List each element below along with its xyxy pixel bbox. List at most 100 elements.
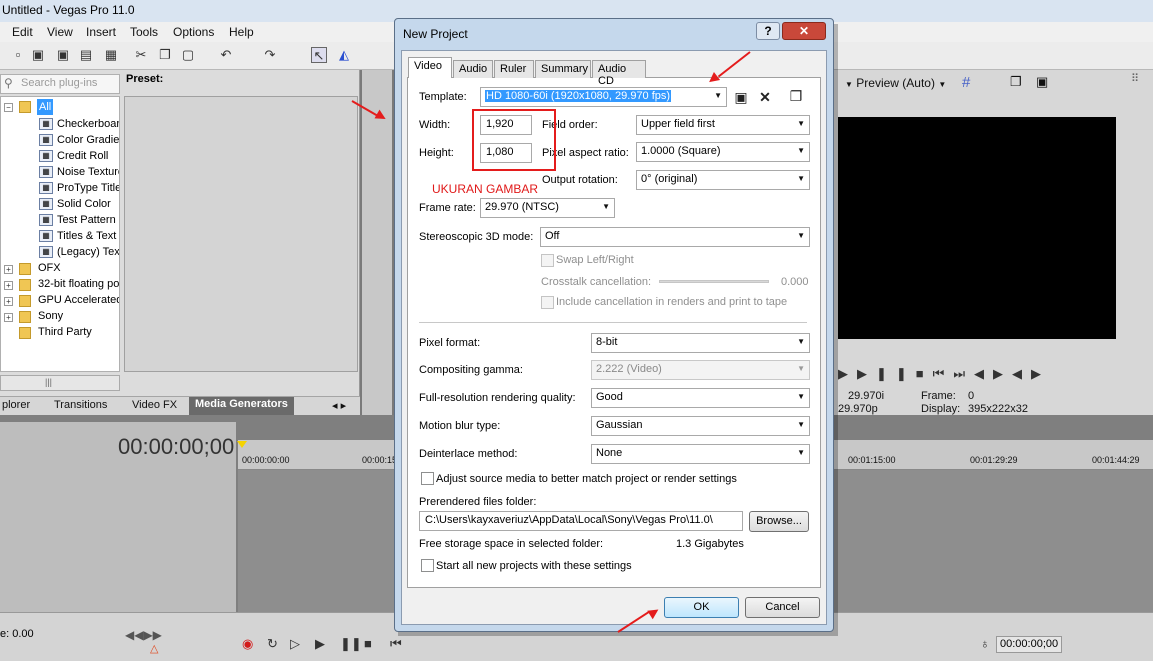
menu-options[interactable]: Options — [173, 25, 214, 39]
tree-folder-ofx[interactable]: OFX — [38, 260, 61, 276]
preset-list[interactable] — [124, 96, 358, 372]
tree-item-protype-titler[interactable]: ProType Titler — [57, 180, 119, 196]
tree-item-titles-text[interactable]: Titles & Text — [57, 228, 116, 244]
deinterlace-label: Deinterlace method: — [419, 448, 518, 460]
motion-blur-label: Motion blur type: — [419, 420, 501, 432]
redo-icon[interactable]: ↷ — [262, 47, 278, 63]
normal-edit-tool-icon[interactable]: ↖ — [311, 47, 327, 63]
preview-transport-icons[interactable]: ▶▶❚❚■⏮⏭◀▶◀▶ — [838, 366, 1050, 382]
cancel-button[interactable]: Cancel — [745, 597, 820, 618]
match-media-settings-icon[interactable]: ❐ — [787, 87, 805, 105]
pause-icon[interactable]: ❚❚ — [340, 636, 362, 652]
preview-quality-dropdown[interactable]: ▼ Preview (Auto) ▼ — [845, 76, 946, 90]
save-template-icon[interactable]: ▣ — [732, 88, 750, 106]
play-icon[interactable]: ▶ — [315, 636, 325, 652]
expand-icon[interactable]: + — [4, 281, 13, 290]
panel-splitter[interactable] — [362, 70, 392, 415]
tree-item-all[interactable]: All — [37, 99, 54, 115]
tree-item-legacy-text[interactable]: (Legacy) Text — [57, 244, 119, 260]
tree-folder-32bit[interactable]: 32-bit floating point — [38, 276, 119, 292]
menu-tools[interactable]: Tools — [130, 25, 158, 39]
compositing-gamma-dropdown[interactable]: 2.222 (Video) ▼ — [591, 360, 810, 380]
save-snapshot-icon[interactable]: ▣ — [1036, 74, 1048, 90]
bottom-timecode[interactable]: 00:00:00;00 — [996, 636, 1062, 653]
stop-icon[interactable]: ■ — [364, 636, 372, 651]
prerender-folder-field[interactable]: C:\Users\kayxaveriuz\AppData\Local\Sony\… — [419, 511, 743, 531]
browse-button[interactable]: Browse... — [749, 511, 809, 532]
ok-button[interactable]: OK — [664, 597, 739, 618]
stereo-mode-dropdown[interactable]: Off ▼ — [540, 227, 810, 247]
swap-left-right-checkbox[interactable] — [541, 254, 554, 267]
deinterlace-dropdown[interactable]: None ▼ — [591, 444, 810, 464]
render-icon[interactable]: ▤ — [78, 47, 94, 63]
menu-help[interactable]: Help — [229, 25, 254, 39]
go-to-start-icon[interactable]: ⏮ — [390, 636, 402, 652]
tree-item-color-gradient[interactable]: Color Gradient — [57, 132, 119, 148]
pixel-aspect-dropdown[interactable]: 1.0000 (Square) ▼ — [636, 142, 810, 162]
save-as-icon[interactable]: ▣ — [55, 47, 71, 63]
tab-ruler[interactable]: Ruler — [494, 60, 534, 78]
tree-item-noise-texture[interactable]: Noise Texture — [57, 164, 119, 180]
tree-folder-gpu[interactable]: GPU Accelerated — [38, 292, 119, 308]
adjust-source-media-checkbox[interactable] — [421, 472, 434, 485]
tree-item-solid-color[interactable]: Solid Color — [57, 196, 111, 212]
expand-icon[interactable]: + — [4, 313, 13, 322]
prerender-folder-label: Prerendered files folder: — [419, 496, 537, 508]
tab-summary[interactable]: Summary — [535, 60, 591, 78]
paste-icon[interactable]: ▢ — [180, 47, 196, 63]
template-dropdown[interactable]: HD 1080-60i (1920x1080, 29.970 fps) ▼ — [480, 87, 727, 107]
tab-video[interactable]: Video — [408, 57, 452, 78]
menu-edit[interactable]: Edit — [12, 25, 33, 39]
tab-audio[interactable]: Audio — [453, 60, 493, 78]
tree-item-credit-roll[interactable]: Credit Roll — [57, 148, 108, 164]
tree-scrollbar[interactable]: ||| — [0, 375, 120, 391]
help-button[interactable]: ? — [756, 22, 780, 40]
frame-label: Frame: — [921, 390, 956, 402]
tab-media-generators[interactable]: Media Generators — [189, 397, 294, 415]
tabs-scroll-arrows[interactable]: ◂ ▸ — [332, 399, 346, 412]
output-rotation-dropdown[interactable]: 0° (original) ▼ — [636, 170, 810, 190]
tab-transitions[interactable]: Transitions — [54, 399, 107, 411]
close-button[interactable]: ✕ — [782, 22, 826, 40]
overlays-icon[interactable]: # — [962, 74, 970, 91]
frame-rate-dropdown[interactable]: 29.970 (NTSC) ▼ — [480, 198, 615, 218]
copy-icon[interactable]: ❐ — [157, 47, 173, 63]
width-label: Width: — [419, 119, 451, 131]
cut-icon[interactable]: ✂ — [133, 47, 149, 63]
search-input[interactable]: ⚲ Search plug-ins — [0, 74, 120, 94]
tree-item-checkerboard[interactable]: Checkerboard — [57, 116, 119, 132]
tab-video-fx[interactable]: Video FX — [132, 399, 177, 411]
delete-template-icon[interactable]: ✕ — [756, 88, 774, 106]
properties-icon[interactable]: ▦ — [103, 47, 119, 63]
collapse-icon[interactable]: − — [4, 103, 13, 112]
new-icon[interactable]: ▫ — [10, 47, 26, 63]
chevron-down-icon: ▼ — [797, 174, 805, 183]
cursor-marker-icon[interactable] — [237, 441, 247, 448]
motion-blur-dropdown[interactable]: Gaussian ▼ — [591, 416, 810, 436]
pixel-format-dropdown[interactable]: 8-bit ▼ — [591, 333, 810, 353]
render-quality-dropdown[interactable]: Good ▼ — [591, 388, 810, 408]
crosstalk-slider[interactable] — [659, 280, 769, 283]
rate-slider[interactable]: ◀◀▶▶ — [125, 628, 162, 642]
play-from-start-icon[interactable]: ▷ — [290, 636, 300, 652]
undo-icon[interactable]: ↶ — [218, 47, 234, 63]
rate-marker-icon: △ — [150, 643, 159, 655]
include-cancellation-checkbox[interactable] — [541, 296, 554, 309]
envelope-tool-icon[interactable]: ◭ — [336, 47, 352, 63]
menu-view[interactable]: View — [47, 25, 73, 39]
dialog-title: New Project — [403, 27, 468, 41]
expand-icon[interactable]: + — [4, 265, 13, 274]
save-icon[interactable]: ▣ — [30, 47, 46, 63]
tab-audio-cd[interactable]: Audio CD — [592, 60, 646, 87]
start-all-new-projects-checkbox[interactable] — [421, 559, 434, 572]
loop-icon[interactable]: ↻ — [267, 636, 278, 652]
tree-folder-third-party[interactable]: Third Party — [38, 324, 92, 340]
tab-explorer[interactable]: plorer — [2, 399, 30, 411]
field-order-dropdown[interactable]: Upper field first ▼ — [636, 115, 810, 135]
record-icon[interactable]: ◉ — [242, 636, 253, 652]
copy-snapshot-icon[interactable]: ❐ — [1010, 74, 1022, 90]
expand-icon[interactable]: + — [4, 297, 13, 306]
tree-item-test-pattern[interactable]: Test Pattern — [57, 212, 116, 228]
tree-folder-sony[interactable]: Sony — [38, 308, 63, 324]
menu-insert[interactable]: Insert — [86, 25, 116, 39]
